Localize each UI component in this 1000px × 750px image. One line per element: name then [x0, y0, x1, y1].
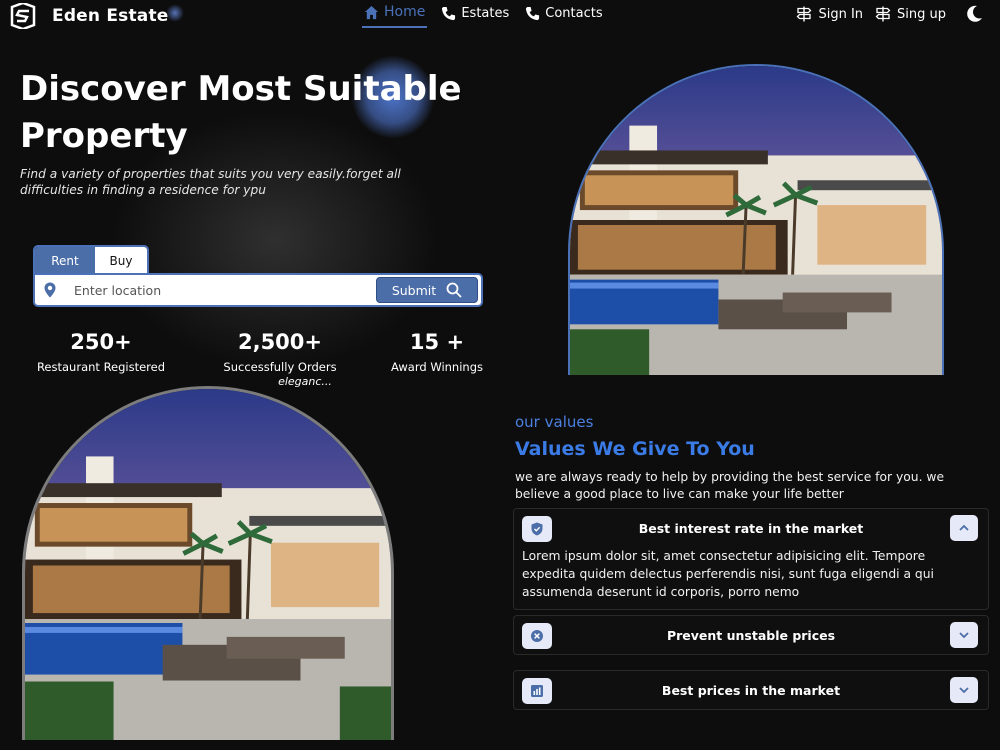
- nav-estates-label: Estates: [461, 5, 510, 21]
- decorative-blob: [166, 4, 184, 22]
- chevron-down-icon[interactable]: [950, 622, 978, 648]
- brand-logo-icon: [10, 3, 36, 29]
- hero-subtitle: Find a variety of properties that suits …: [20, 167, 401, 197]
- values-description: we are always ready to help by providing…: [515, 470, 945, 501]
- bar-chart-icon: [522, 678, 552, 704]
- accordion-title: Best interest rate in the market: [638, 520, 864, 536]
- stat-label: Successfully Orders: [223, 360, 337, 374]
- search-tabs: Rent Buy: [33, 245, 149, 275]
- x-circle-icon: [522, 623, 552, 649]
- home-icon: [364, 5, 379, 19]
- stat-item: 250+ Restaurant Registered: [26, 330, 176, 374]
- auth-links: Sign In Sing up: [796, 4, 984, 24]
- shield-check-icon: [522, 516, 552, 542]
- submit-button[interactable]: Submit: [376, 277, 478, 303]
- main-nav: Home Estates Contacts: [362, 4, 605, 28]
- stat-label: Award Winnings: [391, 360, 483, 374]
- brand-name: Eden Estate: [52, 6, 169, 26]
- stat-item: 15 + Award Winnings: [372, 330, 502, 374]
- location-input[interactable]: [74, 282, 354, 298]
- nav-home[interactable]: Home: [362, 4, 428, 28]
- moon-icon[interactable]: [964, 4, 984, 24]
- chevron-up-icon[interactable]: [950, 515, 978, 541]
- accordion-header[interactable]: Prevent unstable prices: [514, 616, 988, 654]
- sign-up-label: Sing up: [897, 6, 946, 22]
- nav-estates[interactable]: Estates: [439, 4, 511, 28]
- chevron-down-icon[interactable]: [950, 677, 978, 703]
- stat-value: 15 +: [409, 330, 465, 354]
- tab-rent[interactable]: Rent: [35, 247, 95, 275]
- search-icon: [446, 282, 462, 298]
- accordion-item: Prevent unstable prices: [513, 615, 989, 655]
- location-pin-icon: [44, 282, 56, 298]
- accordion-title: Prevent unstable prices: [666, 627, 836, 643]
- sign-in-link[interactable]: Sign In: [796, 6, 863, 22]
- accordion-header[interactable]: Best prices in the market: [514, 671, 988, 709]
- nav-home-label: Home: [384, 4, 426, 20]
- values-kicker: our values: [515, 413, 594, 431]
- brand[interactable]: Eden Estate: [6, 3, 169, 29]
- stat-label: Restaurant Registered: [36, 360, 166, 374]
- submit-label: Submit: [391, 282, 437, 298]
- accordion-body: Lorem ipsum dolor sit, amet consectetur …: [522, 549, 934, 599]
- phone-icon: [442, 6, 456, 20]
- stat-value: 2,500+: [237, 330, 323, 354]
- accordion-title: Best prices in the market: [661, 682, 841, 698]
- top-navigation: Eden Estate Home Estates Contacts Sign I…: [0, 0, 1000, 30]
- sign-in-label: Sign In: [818, 6, 864, 22]
- signpost-icon: [875, 6, 891, 22]
- nav-contacts[interactable]: Contacts: [523, 4, 604, 28]
- accordion-header[interactable]: Best interest rate in the market: [514, 509, 988, 547]
- tab-buy[interactable]: Buy: [95, 247, 147, 275]
- values-property-image: [22, 386, 394, 740]
- location-search: Submit: [33, 273, 483, 307]
- stat-value: 250+: [70, 330, 132, 354]
- hero-property-image: [568, 64, 944, 375]
- accordion-item: Best prices in the market: [513, 670, 989, 710]
- values-title: Values We Give To You: [515, 438, 755, 460]
- hero-title: Discover Most Suitable Property: [20, 69, 462, 156]
- sign-up-link[interactable]: Sing up: [875, 6, 946, 22]
- accordion-item: Best interest rate in the market Lorem i…: [513, 508, 989, 610]
- phone-icon: [526, 6, 540, 20]
- stat-item: 2,500+ Successfully Orders eleganc...: [205, 330, 355, 388]
- nav-contacts-label: Contacts: [545, 5, 603, 21]
- signpost-icon: [797, 6, 812, 22]
